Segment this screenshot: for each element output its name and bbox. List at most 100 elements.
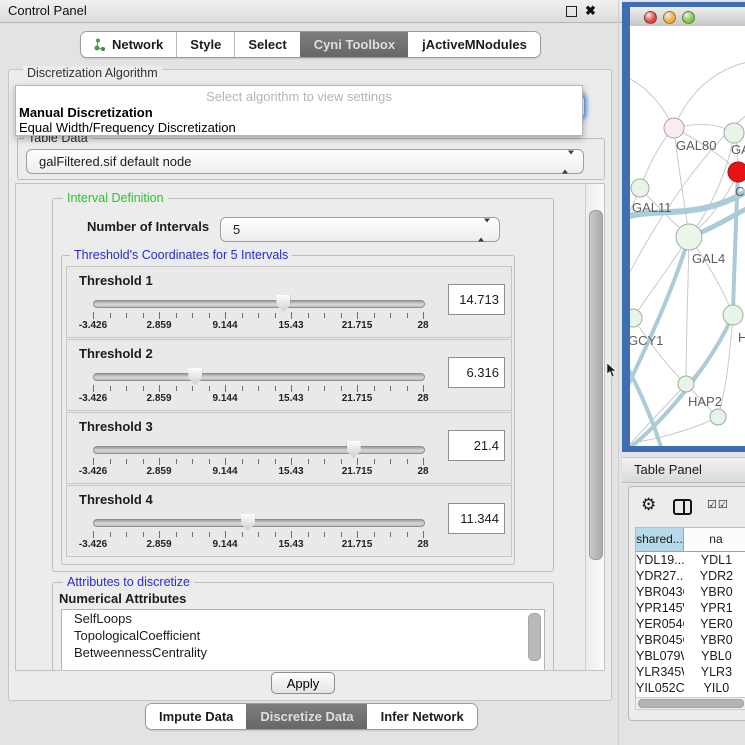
table-cell: YBR045C [636,632,684,648]
tick-label: -3.426 [79,393,107,404]
tick-minor [308,532,309,537]
tick-minor [374,313,375,318]
mac-close-button[interactable] [644,11,657,24]
mac-minimize-button[interactable] [663,11,676,24]
tab-impute-data[interactable]: Impute Data [146,704,246,729]
threshold-value-field[interactable]: 11.344 [448,503,505,534]
network-view-window[interactable]: GAL80GAGAL11CGAL4GCY1HHAP2 [622,2,745,452]
table-panel-title: Table Panel [634,462,702,477]
table-row[interactable]: YER054CYER0 [636,616,745,632]
slider-track[interactable] [93,373,425,381]
vertical-scrollbar-thumb[interactable] [589,210,603,560]
tick-minor [258,386,259,391]
table-row[interactable]: YDR27...YDR2 [636,568,745,584]
attribute-item-topologicalcoefficient[interactable]: TopologicalCoefficient [62,627,544,644]
table-cell: YLR345W [636,664,684,680]
table-data-combobox[interactable]: galFiltered.sif default node [26,149,584,174]
table-row[interactable]: YPR145WYPR1 [636,600,745,616]
float-window-icon[interactable] [566,6,577,17]
thresholds-group: Threshold's Coordinates for 5 Intervals … [61,255,515,565]
table-row[interactable]: YLR345WYLR3 [636,664,745,680]
network-edge[interactable] [633,318,686,384]
tick-minor [308,459,309,464]
split-columns-icon[interactable] [673,499,692,515]
column-header-shared[interactable]: shared... [636,528,684,551]
node-label-gal80: GAL80 [676,138,716,153]
thresholds-group-label: Threshold's Coordinates for 5 Intervals [70,248,292,262]
checkbox-icons[interactable]: ☑☑ [707,498,729,511]
tab-label: Network [112,37,163,52]
horizontal-scrollbar-thumb[interactable] [638,699,744,708]
tick-label: 9.144 [212,320,237,331]
table-cell: YER054C [636,616,684,632]
table-row[interactable]: YBR045CYBR0 [636,632,745,648]
tick-minor [126,313,127,318]
network-node-gal4[interactable] [676,224,702,250]
table-cell: YPR1 [684,600,745,616]
network-edge[interactable] [674,62,745,128]
tab-infer-network[interactable]: Infer Network [367,704,477,729]
column-header-na[interactable]: na [684,528,745,551]
node-label-h: H [738,330,745,345]
tick-minor [110,532,111,537]
tick-minor [308,313,309,318]
tab-label: Infer Network [381,709,464,724]
tab-style[interactable]: Style [176,32,234,57]
close-icon[interactable]: ✖ [585,3,596,19]
combo-arrows-icon[interactable] [562,154,574,169]
network-node-gal11[interactable] [631,179,649,197]
slider-handle[interactable] [188,368,202,385]
mac-zoom-button[interactable] [682,11,695,24]
network-edge[interactable] [686,237,689,384]
tab-network[interactable]: Network [81,32,176,57]
network-node-red-node[interactable] [728,162,745,182]
network-canvas[interactable]: GAL80GAGAL11CGAL4GCY1HHAP2 [630,26,745,446]
vertical-scrollbar[interactable] [585,184,605,670]
slider-handle[interactable] [241,514,255,531]
table-row[interactable]: YBR043CYBR0 [636,584,745,600]
threshold-value-field[interactable]: 14.713 [448,284,505,315]
tab-select[interactable]: Select [234,32,299,57]
tick-label: 2.859 [146,393,171,404]
gear-icon[interactable]: ⚙ [641,495,656,515]
node-label-gal11: GAL11 [632,200,672,215]
interval-definition-label: Interval Definition [63,191,168,205]
attribute-item-selfloops[interactable]: SelfLoops [62,610,544,627]
horizontal-scrollbar[interactable] [635,697,745,710]
network-edge[interactable] [630,417,718,444]
tab-jactivemnodules[interactable]: jActiveMNodules [408,32,540,57]
slider-handle[interactable] [276,295,290,312]
network-node-node[interactable] [710,409,726,425]
algorithm-option-manual-discretization[interactable]: Manual Discretization [16,105,582,120]
table-row[interactable]: YBL079WYBL0 [636,648,745,664]
tick-minor [110,313,111,318]
numerical-attributes-list[interactable]: SelfLoopsTopologicalCoefficientBetweenne… [61,609,545,671]
tab-cyni-toolbox[interactable]: Cyni Toolbox [300,32,408,57]
table-row[interactable]: YDL19...YDL1 [636,552,745,568]
threshold-value-field[interactable]: 21.4 [448,430,505,461]
tick-major [159,458,160,465]
network-node-gcy1[interactable] [630,309,642,327]
network-node-node[interactable] [724,123,744,143]
tick-minor [258,459,259,464]
slider-handle[interactable] [347,441,361,458]
tab-discretize-data[interactable]: Discretize Data [246,704,366,729]
slider-track[interactable] [93,446,425,454]
apply-button[interactable]: Apply [271,672,335,694]
table-row[interactable]: YIL052CYIL0 [636,680,745,696]
algorithm-option-equal-width-frequency-discretization[interactable]: Equal Width/Frequency Discretization [16,120,582,135]
slider-track[interactable] [93,519,425,527]
table-cell: YBR043C [636,584,684,600]
network-node-node[interactable] [723,305,743,325]
network-window-titlebar[interactable] [630,7,745,27]
network-edge[interactable] [633,237,689,318]
node-table[interactable]: shared...naYDL19...YDL1YDR27...YDR2YBR04… [635,527,745,698]
network-node-hap2[interactable] [678,376,694,392]
slider-track[interactable] [93,300,425,308]
network-node-gal80[interactable] [664,118,684,138]
list-scrollbar-thumb[interactable] [528,613,541,661]
number-of-intervals-spinner[interactable]: 5 [220,217,500,242]
attribute-item-betweennesscentrality[interactable]: BetweennessCentrality [62,644,544,661]
threshold-value-field[interactable]: 6.316 [448,357,505,388]
spinner-arrows-icon[interactable] [478,222,490,237]
